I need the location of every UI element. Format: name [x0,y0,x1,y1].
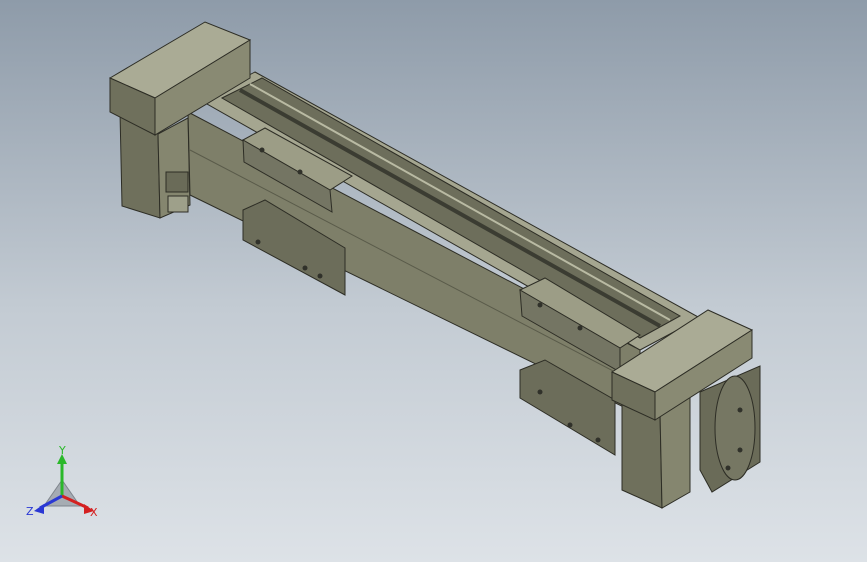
bolt-hole [737,447,743,453]
bolt-hole [537,302,543,308]
left-connector [165,171,189,193]
orientation-triad[interactable]: Y X Z [22,446,112,526]
graphics-viewport[interactable]: Y X Z [0,0,867,562]
bolt-hole [255,239,261,245]
triad-z-label: Z [26,505,34,518]
triad-y-label: Y [58,446,66,457]
bolt-hole [725,465,731,471]
linear-actuator-model[interactable] [0,0,867,562]
bolt-hole [317,273,323,279]
bolt-hole [537,389,543,395]
bolt-hole [577,325,583,331]
z-axis-arrow-icon [34,504,44,514]
bolt-hole [259,147,265,153]
bolt-hole [567,422,573,428]
bolt-hole [297,169,303,175]
motor-flange-face [714,375,756,481]
bolt-hole [302,265,308,271]
triad-x-label: X [90,506,98,519]
bolt-hole [737,407,743,413]
left-connector-cap [167,195,189,213]
bolt-hole [595,437,601,443]
